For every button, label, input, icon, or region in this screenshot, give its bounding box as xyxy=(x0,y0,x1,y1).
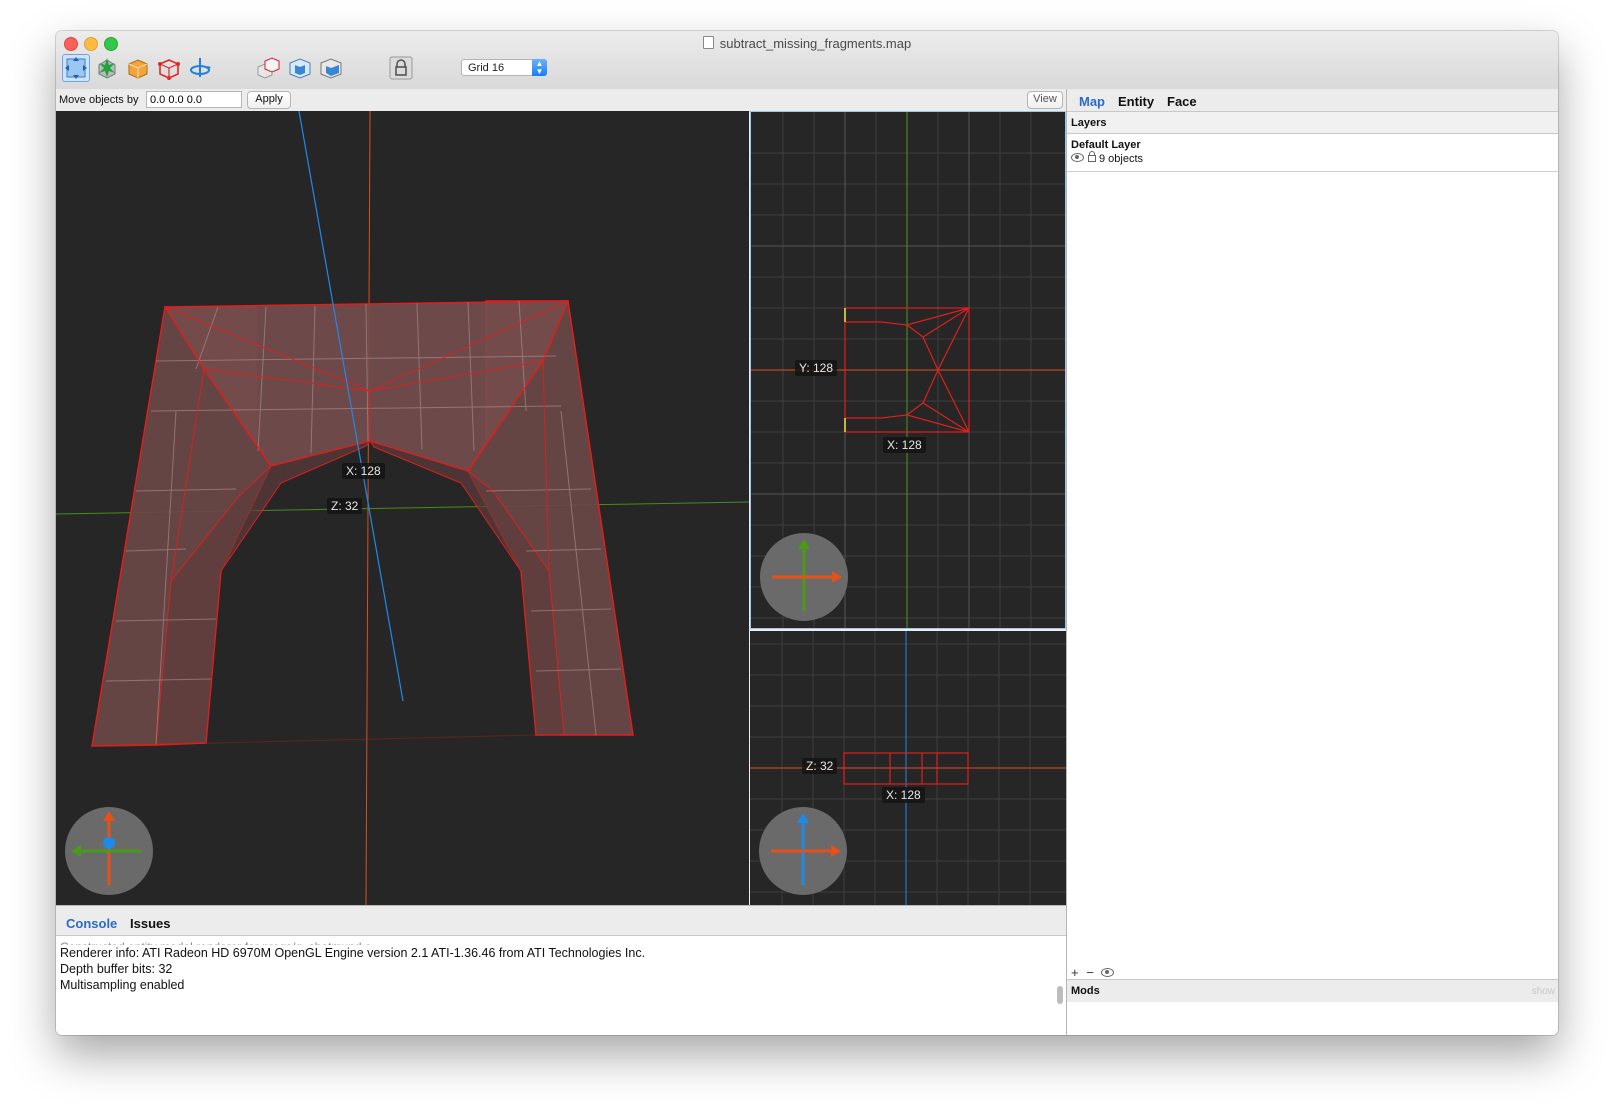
csg-intersect-button[interactable] xyxy=(318,55,344,81)
tab-issues[interactable]: Issues xyxy=(130,916,170,931)
brush-3d-render xyxy=(56,111,749,905)
mods-label: Mods xyxy=(1071,985,1100,997)
grid-size-value: Grid 16 xyxy=(468,62,505,74)
csg-subtract-button[interactable] xyxy=(255,55,281,81)
z-coordinate-label: Z: 32 xyxy=(327,498,363,514)
inspector-panel: Map Entity Face Layers Default Layer 9 o… xyxy=(1066,89,1558,1035)
lock-button[interactable] xyxy=(388,55,414,81)
vertex-tool-button[interactable] xyxy=(94,55,120,81)
orientation-gizmo-front[interactable] xyxy=(759,807,847,895)
document-icon xyxy=(702,36,714,49)
csg-merge-icon xyxy=(289,58,311,79)
apply-button[interactable]: Apply xyxy=(247,91,291,109)
eye-icon[interactable] xyxy=(1071,153,1084,162)
move-objects-label: Move objects by xyxy=(59,94,139,106)
vertex-tool-icon xyxy=(98,58,116,79)
tab-entity[interactable]: Entity xyxy=(1118,94,1154,109)
window-title-text: subtract_missing_fragments.map xyxy=(719,36,912,51)
tab-map[interactable]: Map xyxy=(1079,94,1105,109)
tab-console[interactable]: Console xyxy=(66,916,117,931)
layer-meta: 9 objects xyxy=(1071,151,1555,165)
lock-icon xyxy=(389,56,413,80)
app-window: subtract_missing_fragments.map Grid 16 ▲… xyxy=(56,31,1558,1035)
csg-merge-button[interactable] xyxy=(287,55,313,81)
toggle-visibility-icon[interactable] xyxy=(1101,968,1115,977)
edge-tool-button[interactable] xyxy=(156,55,182,81)
x-coordinate-label: X: 128 xyxy=(883,437,926,453)
move-tool-icon xyxy=(65,57,87,79)
mods-bar: Mods show xyxy=(1067,979,1558,1002)
view-button[interactable]: View xyxy=(1027,91,1063,109)
tab-face[interactable]: Face xyxy=(1167,94,1197,109)
mods-show-button[interactable]: show xyxy=(1532,986,1555,997)
z-coordinate-label: Z: 32 xyxy=(802,758,838,774)
brush-tool-icon xyxy=(128,59,148,79)
add-layer-button[interactable]: + xyxy=(1071,965,1079,980)
x-coordinate-label: X: 128 xyxy=(342,463,385,479)
orientation-gizmo-3d[interactable] xyxy=(65,807,153,895)
move-tool-button[interactable] xyxy=(62,54,90,82)
layer-object-count: 9 objects xyxy=(1099,153,1144,165)
viewport-3d[interactable]: X: 128 Z: 32 xyxy=(56,111,749,905)
rotate-tool-button[interactable] xyxy=(187,55,213,81)
console-panel: Console Issues Constructed entity model … xyxy=(56,905,1066,1035)
console-line: Multisampling enabled xyxy=(60,978,185,992)
layer-row[interactable]: Default Layer 9 objects xyxy=(1067,134,1558,172)
edge-tool-icon xyxy=(158,59,180,80)
viewport-front[interactable]: Z: 32 X: 128 xyxy=(750,631,1066,905)
console-output: Constructed entity model renderer for pr… xyxy=(56,936,1066,993)
console-line: Renderer info: ATI Radeon HD 6970M OpenG… xyxy=(60,946,646,960)
x-coordinate-label: X: 128 xyxy=(882,787,925,803)
console-scrollbar[interactable] xyxy=(1057,986,1063,1004)
title-bar: subtract_missing_fragments.map Grid 16 ▲… xyxy=(56,31,1558,90)
console-line: Depth buffer bits: 32 xyxy=(60,962,173,976)
inspector-tabs: Map Entity Face xyxy=(1067,89,1558,112)
csg-subtract-icon xyxy=(257,57,280,79)
move-offset-input[interactable] xyxy=(146,91,242,108)
console-tabs: Console Issues xyxy=(56,906,1066,936)
move-objects-bar: Move objects by Apply View xyxy=(56,89,1066,112)
orientation-gizmo-top[interactable] xyxy=(760,533,848,621)
remove-layer-button[interactable]: − xyxy=(1086,965,1094,980)
window-title: subtract_missing_fragments.map xyxy=(56,36,1558,51)
y-coordinate-label: Y: 128 xyxy=(795,360,838,376)
viewport-top[interactable]: Y: 128 X: 128 xyxy=(750,111,1066,629)
rotate-tool-icon xyxy=(190,58,211,77)
select-arrows-icon: ▲ ▼ xyxy=(532,59,547,76)
grid-size-select[interactable]: Grid 16 ▲ ▼ xyxy=(461,59,547,76)
layers-header: Layers xyxy=(1067,112,1558,134)
lock-icon[interactable] xyxy=(1088,151,1096,162)
layer-toolbar: + − xyxy=(1071,965,1118,980)
brush-tool-button[interactable] xyxy=(125,55,151,81)
csg-intersect-icon xyxy=(320,58,342,79)
layer-name: Default Layer xyxy=(1071,139,1141,151)
